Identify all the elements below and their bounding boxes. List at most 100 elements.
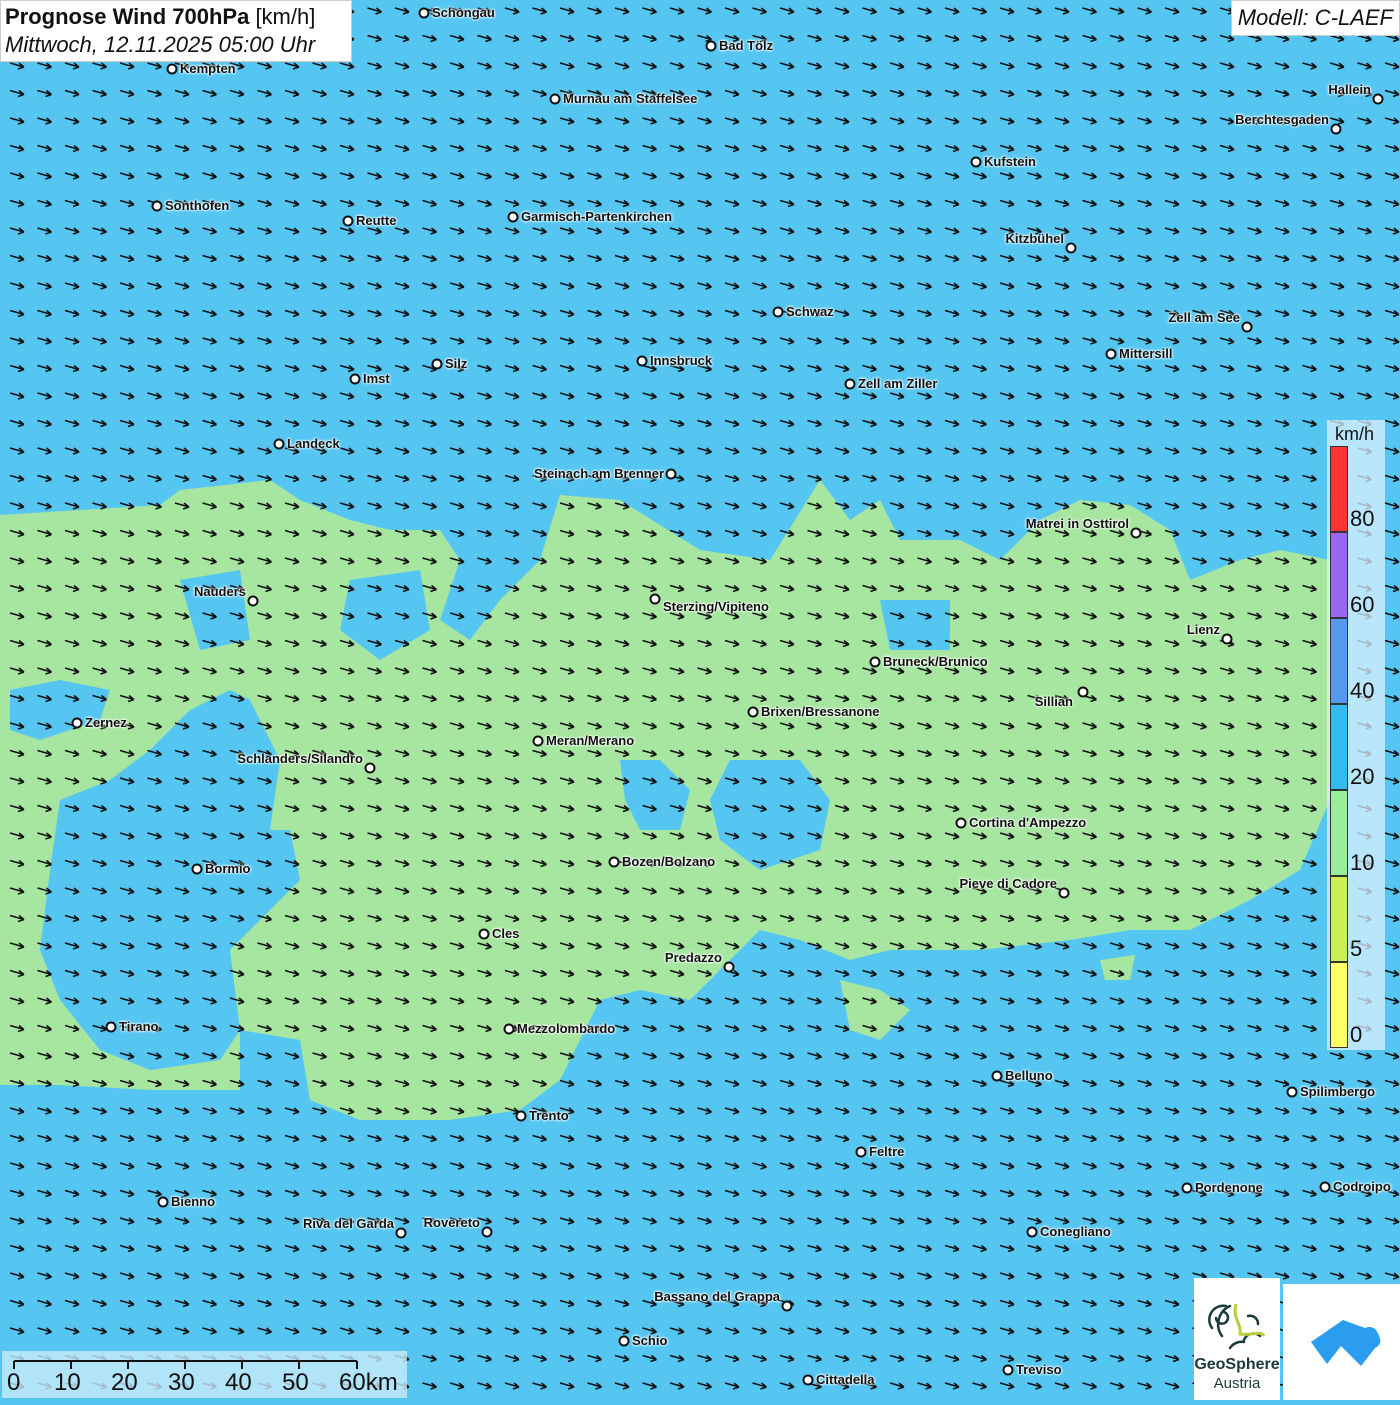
wind-arrow <box>917 144 932 153</box>
wind-arrow <box>422 34 437 43</box>
wind-arrow <box>972 144 987 153</box>
wind-arrow <box>1054 34 1070 43</box>
wind-arrow <box>1164 942 1180 950</box>
wind-arrow <box>1027 392 1042 400</box>
wind-arrow <box>1329 254 1345 263</box>
wind-arrow <box>422 502 437 510</box>
wind-arrow <box>422 227 437 235</box>
wind-arrow <box>1137 997 1152 1005</box>
wind-arrow <box>449 612 465 620</box>
wind-arrow <box>1082 942 1097 950</box>
wind-arrow <box>477 392 492 400</box>
wind-arrow <box>257 1244 272 1253</box>
wind-arrow <box>917 337 932 345</box>
wind-arrow <box>559 172 575 180</box>
wind-arrow <box>339 1272 355 1280</box>
wind-arrow <box>119 117 135 125</box>
wind-arrow <box>1192 1244 1207 1253</box>
wind-arrow <box>119 474 135 483</box>
wind-arrow <box>779 1107 795 1115</box>
wind-arrow <box>752 1327 767 1335</box>
wind-arrow <box>119 89 135 98</box>
wind-arrow <box>394 502 410 510</box>
wind-arrow <box>257 419 272 428</box>
wind-arrow <box>917 62 932 70</box>
wind-arrow <box>449 337 465 345</box>
wind-arrow <box>1357 62 1372 70</box>
wind-arrow <box>449 447 465 455</box>
wind-arrow <box>284 172 300 180</box>
wind-arrow <box>119 1107 135 1115</box>
wind-arrow <box>1027 447 1042 455</box>
wind-arrow <box>944 447 960 455</box>
wind-arrow <box>477 612 492 620</box>
wind-arrow <box>779 502 795 510</box>
wind-arrow <box>119 337 135 345</box>
wind-arrow <box>1357 172 1372 180</box>
wind-arrow <box>202 1299 217 1308</box>
wind-arrow <box>1192 969 1207 978</box>
wind-arrow <box>1302 1052 1317 1060</box>
wind-arrow <box>64 1244 80 1253</box>
wind-arrow <box>394 1244 410 1253</box>
wind-arrow <box>724 1024 740 1033</box>
wind-arrow <box>1054 1134 1070 1143</box>
wind-arrow <box>807 1024 822 1033</box>
wind-arrow <box>532 392 547 400</box>
wind-arrow <box>367 227 382 235</box>
wind-arrow <box>147 887 162 895</box>
wind-arrow <box>119 914 135 923</box>
title-box: Prognose Wind 700hPa [km/h] Mittwoch, 12… <box>0 0 352 62</box>
wind-arrow <box>1027 969 1042 978</box>
wind-arrow <box>284 282 300 290</box>
wind-arrow <box>1247 1024 1262 1033</box>
wind-arrow <box>834 62 850 70</box>
wind-arrow <box>697 419 712 428</box>
wind-arrow <box>614 282 630 290</box>
city-label: Schwaz <box>786 304 834 319</box>
wind-arrow <box>477 1299 492 1308</box>
wind-arrow <box>642 1382 657 1390</box>
wind-arrow <box>1109 419 1125 428</box>
wind-arrow <box>862 199 877 208</box>
wind-arrow <box>559 1079 575 1088</box>
wind-arrow <box>917 997 932 1005</box>
wind-arrow <box>1219 502 1235 510</box>
wind-arrow <box>37 1244 52 1253</box>
wind-arrow <box>587 62 602 70</box>
wind-arrow <box>449 117 465 125</box>
wind-arrow <box>119 199 135 208</box>
wind-arrow <box>147 309 162 318</box>
wind-arrow <box>312 364 327 373</box>
wind-arrow <box>999 1189 1015 1198</box>
wind-arrow <box>312 1189 327 1198</box>
wind-arrow <box>1302 1189 1317 1198</box>
wind-arrow <box>477 529 492 538</box>
wind-arrow <box>229 172 245 180</box>
city-label: Zernez <box>85 715 127 730</box>
wind-arrow <box>477 1189 492 1198</box>
wind-arrow <box>642 1052 657 1060</box>
wind-arrow <box>64 502 80 510</box>
wind-arrow <box>64 172 80 180</box>
wind-arrow <box>1082 1272 1097 1280</box>
wind-arrow <box>1027 1162 1042 1170</box>
wind-arrow <box>1109 62 1125 70</box>
wind-arrow <box>449 392 465 400</box>
wind-arrow <box>284 364 300 373</box>
city-marker <box>395 1227 407 1239</box>
wind-arrow <box>1164 392 1180 400</box>
wind-arrow <box>229 1134 245 1143</box>
wind-arrow <box>587 392 602 400</box>
wind-arrow <box>1137 1079 1152 1088</box>
wind-arrow <box>889 1189 905 1198</box>
wind-arrow <box>449 584 465 593</box>
wind-arrow <box>614 419 630 428</box>
wind-arrow <box>174 172 190 180</box>
wind-arrow <box>9 337 25 345</box>
wind-arrow <box>1384 667 1400 675</box>
wind-arrow <box>614 1052 630 1060</box>
wind-arrow <box>119 942 135 950</box>
wind-arrow <box>834 447 850 455</box>
wind-arrow <box>532 254 547 263</box>
